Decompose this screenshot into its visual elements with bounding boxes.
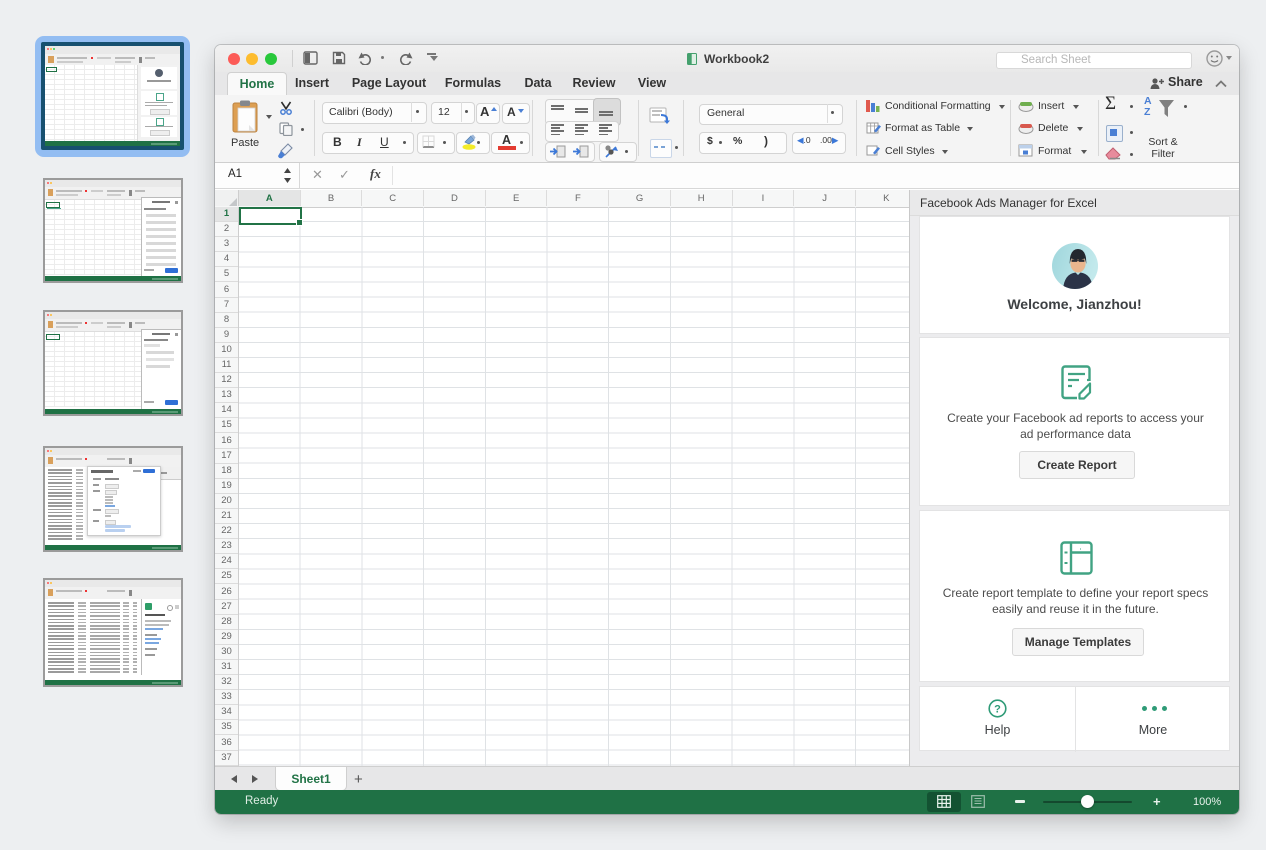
svg-text:?: ? (994, 704, 1001, 716)
